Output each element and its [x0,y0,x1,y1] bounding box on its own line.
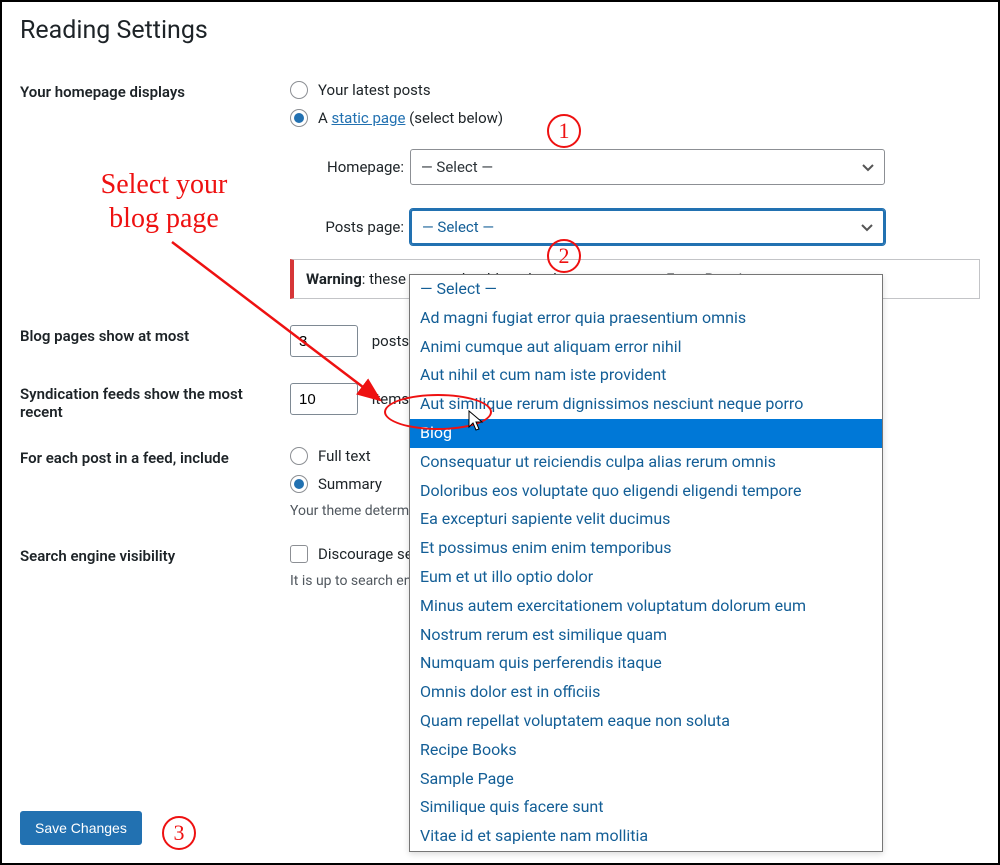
dropdown-option[interactable]: Blog [410,419,882,448]
radio-full-text[interactable] [290,447,308,465]
save-changes-button[interactable]: Save Changes [20,811,142,845]
dropdown-option[interactable]: Consequatur ut reiciendis culpa alias re… [410,448,882,477]
dropdown-option[interactable]: Similique quis facere sunt [410,793,882,822]
row-syndication-label: Syndication feeds show the most recent [20,375,290,439]
blog-pages-suffix: posts [372,332,409,350]
dropdown-option[interactable]: Vitae id et sapiente nam mollitia [410,822,882,851]
row-search-visibility-label: Search engine visibility [20,537,290,607]
dropdown-option[interactable]: Sample Page [410,765,882,794]
dropdown-option[interactable]: — Select — [410,275,882,304]
radio-latest-posts[interactable] [290,81,308,99]
radio-static-page[interactable] [290,109,308,127]
row-homepage-label: Your homepage displays [20,73,290,317]
radio-static-page-label: A static page (select below) [318,109,503,127]
dropdown-option[interactable]: Aut nihil et cum nam iste provident [410,361,882,390]
dropdown-option[interactable]: Nostrum rerum est similique quam [410,621,882,650]
chevron-down-icon [859,219,875,235]
syndication-count-input[interactable] [290,383,358,415]
dropdown-option[interactable]: Doloribus eos voluptate quo eligendi eli… [410,477,882,506]
posts-page-select[interactable]: — Select — [410,209,885,245]
dropdown-option[interactable]: Ea excepturi sapiente velit ducimus [410,505,882,534]
dropdown-option[interactable]: Numquam quis perferendis itaque [410,649,882,678]
dropdown-option[interactable]: Eum et ut illo optio dolor [410,563,882,592]
posts-page-select-label: Posts page: [314,218,404,236]
radio-summary-label: Summary [318,475,382,493]
discourage-checkbox[interactable] [290,545,308,563]
homepage-select[interactable]: — Select — [410,149,885,185]
syndication-suffix: items [372,390,409,408]
dropdown-option[interactable]: Et possimus enim enim temporibus [410,534,882,563]
dropdown-option[interactable]: Omnis dolor est in officiis [410,678,882,707]
radio-full-text-label: Full text [318,447,371,465]
radio-latest-posts-label: Your latest posts [318,81,431,99]
dropdown-option[interactable]: Minus autem exercitationem voluptatum do… [410,592,882,621]
dropdown-option[interactable]: Aut similique rerum dignissimos nesciunt… [410,390,882,419]
homepage-select-label: Homepage: [314,158,404,176]
dropdown-option[interactable]: Ad magni fugiat error quia praesentium o… [410,304,882,333]
dropdown-option[interactable]: Quam repellat voluptatem eaque non solut… [410,707,882,736]
posts-page-dropdown[interactable]: — Select —Ad magni fugiat error quia pra… [409,274,883,852]
radio-summary[interactable] [290,475,308,493]
chevron-down-icon [860,159,876,175]
dropdown-option[interactable]: Recipe Books [410,736,882,765]
static-page-link[interactable]: static page [332,109,406,127]
dropdown-option[interactable]: Animi cumque aut aliquam error nihil [410,333,882,362]
blog-pages-count-input[interactable] [290,325,358,357]
row-feed-include-label: For each post in a feed, include [20,439,290,537]
page-title: Reading Settings [20,16,980,45]
row-blog-pages-label: Blog pages show at most [20,317,290,375]
annotation-circle-3: 3 [162,816,196,850]
